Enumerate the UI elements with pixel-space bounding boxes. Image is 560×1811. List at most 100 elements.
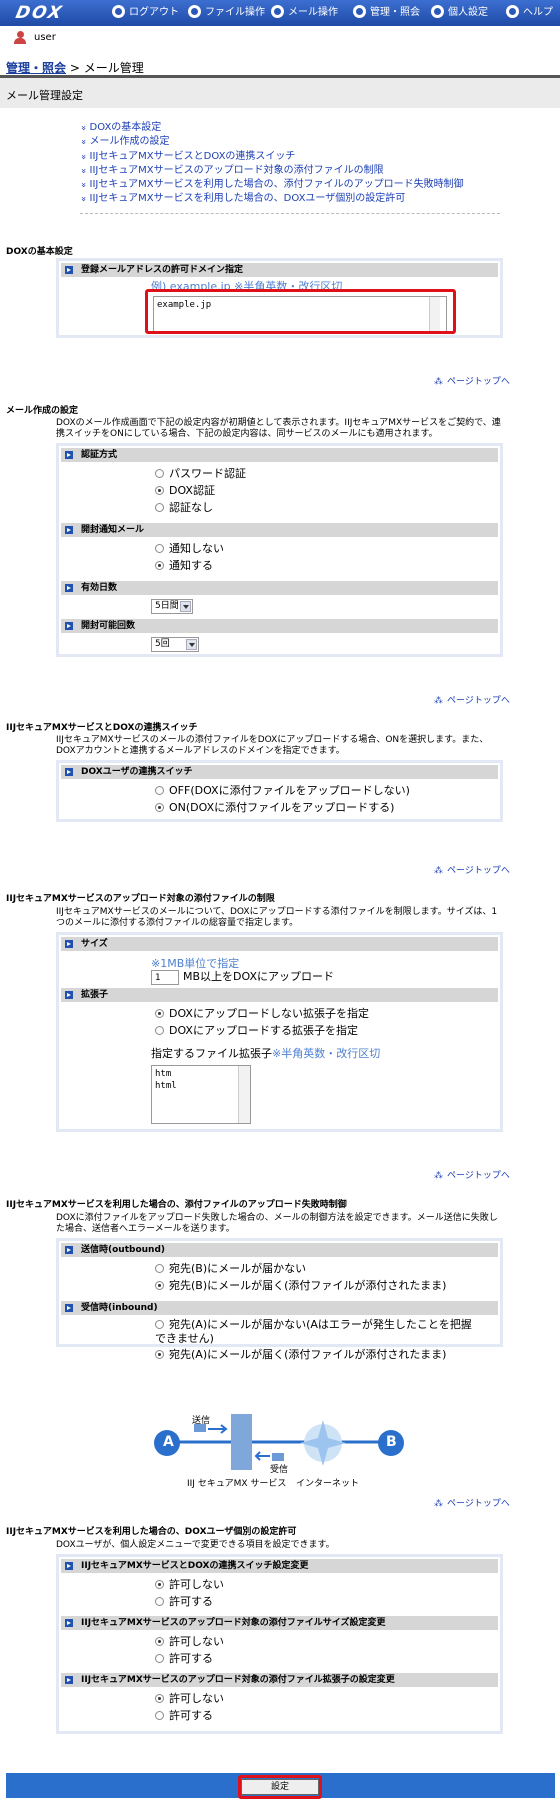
section-title: IIJセキュアMXサービスのアップロード対象の添付ファイルの制限 [6,894,275,904]
radio-ext-include[interactable]: DOXにアップロードする拡張子を指定 [155,1024,358,1038]
size-suffix: MB以上をDOXにアップロード [183,970,334,983]
group-header: 登録メールアドレスの許可ドメイン指定 [61,263,498,277]
internet-label: インターネット [296,1479,360,1489]
nav-logout[interactable]: ログアウト [112,5,179,21]
section-box: IIJセキュアMXサービスとDOXの連携スイッチ設定変更 許可しない 許可する … [56,1554,503,1734]
section-box: サイズ ※1MB単位で指定 1 MB以上をDOXにアップロード 拡張子 DOXに… [56,932,503,1132]
section-title: IIJセキュアMXサービスとDOXの連携スイッチ [6,723,198,733]
arrow-right-icon [208,1424,228,1434]
mx-server-box [231,1414,252,1470]
toc: DOXの基本設定 メール作成の設定 IIJセキュアMXサービスとDOXの連携スイ… [80,121,500,214]
radio-in-deliver[interactable]: 宛先(A)にメールが届く(添付ファイルが添付されたまま) [155,1348,446,1362]
send-label: 送信 [192,1416,211,1426]
radio-notify-off[interactable]: 通知しない [155,542,224,556]
username: user [34,32,56,43]
pagetop-link[interactable]: ページトップへ [434,374,510,387]
radio-g1-deny[interactable]: 許可しない [155,1578,224,1592]
radio-g3-allow[interactable]: 許可する [155,1709,213,1723]
toc-link[interactable]: IIJセキュアMXサービスを利用した場合の、添付ファイルのアップロード失敗時制御 [80,178,500,192]
radio-in-block[interactable]: 宛先(A)にメールが届かない(Aはエラーが発生したことを把握できません) [155,1318,475,1346]
chevron-down-icon [186,639,197,650]
section-desc: IIJセキュアMXサービスのメールの添付ファイルをDOXにアップロードする場合、… [56,735,489,756]
radio-out-deliver[interactable]: 宛先(B)にメールが届く(添付ファイルが添付されたまま) [155,1279,446,1293]
group-header: 拡張子 [61,988,498,1002]
toc-link[interactable]: IIJセキュアMXサービスのアップロード対象の添付ファイルの制限 [80,164,500,178]
radio-g3-deny[interactable]: 許可しない [155,1692,224,1706]
top-nav: DOX ログアウト ファイル操作 メール操作 管理・照会 個人設定 ヘルプ [0,0,560,26]
group-header: 開封可能回数 [61,619,498,633]
section-desc: DOXに添付ファイルをアップロード失敗した場合の、メールの制御方法を設定できます… [56,1213,498,1234]
radio-password[interactable]: パスワード認証 [155,467,246,481]
scrollbar[interactable] [238,1066,250,1123]
person-icon [431,5,444,18]
highlight-box [145,289,456,334]
dox-logo: DOX [13,3,66,23]
node-b-label: B [386,1434,397,1450]
nav-mail[interactable]: メール操作 [271,5,338,21]
toc-link[interactable]: DOXの基本設定 [80,121,500,135]
group-header: サイズ [61,937,498,951]
section-title: DOXの基本設定 [6,247,73,257]
toc-link[interactable]: IIJセキュアMXサービスとDOXの連携スイッチ [80,150,500,164]
section-box: 送信時(outbound) 宛先(B)にメールが届かない 宛先(B)にメールが届… [56,1238,503,1361]
title-bar: メール管理設定 [0,78,560,108]
radio-g1-allow[interactable]: 許可する [155,1595,213,1609]
radio-g2-allow[interactable]: 許可する [155,1652,213,1666]
radio-out-block[interactable]: 宛先(B)にメールが届かない [155,1262,306,1276]
help-icon [506,5,519,18]
group-header: IIJセキュアMXサービスのアップロード対象の添付ファイルサイズ設定変更 [61,1616,498,1630]
group-header: IIJセキュアMXサービスのアップロード対象の添付ファイル拡張子の設定変更 [61,1673,498,1687]
radio-none[interactable]: 認証なし [155,501,213,515]
chevron-down-icon [180,601,191,612]
radio-notify-on[interactable]: 通知する [155,559,213,573]
pagetop-link[interactable]: ページトップへ [434,1168,510,1181]
section-desc: DOXのメール作成画面で下記の設定内容が初期値として表示されます。IIJセキュア… [56,418,501,439]
breadcrumb: 管理・照会 > メール管理 [6,61,144,75]
group-header: DOXユーザの連携スイッチ [61,765,498,779]
group-header: IIJセキュアMXサービスとDOXの連携スイッチ設定変更 [61,1559,498,1573]
section-title: メール作成の設定 [6,406,79,416]
group-header: 有効日数 [61,581,498,595]
size-input[interactable]: 1 [151,970,179,985]
section-desc: IIJセキュアMXサービスのメールについて、DOXにアップロードする添付ファイル… [56,907,498,928]
toc-link[interactable]: IIJセキュアMXサービスを利用した場合の、DOXユーザ個別の設定許可 [80,192,500,206]
section-box: DOXユーザの連携スイッチ OFF(DOXに添付ファイルをアップロードしない) … [56,760,503,822]
page-title: メール管理設定 [6,89,83,102]
extension-textarea[interactable]: htm html [151,1065,251,1124]
toc-link[interactable]: メール作成の設定 [80,135,500,149]
pagetop-link[interactable]: ページトップへ [434,693,510,706]
nav-personal[interactable]: 個人設定 [431,5,488,21]
section-title: IIJセキュアMXサービスを利用した場合の、添付ファイルのアップロード失敗時制御 [6,1200,347,1210]
group-header: 開封通知メール [61,523,498,537]
count-select[interactable]: 5回 [151,637,199,652]
radio-off[interactable]: OFF(DOXに添付ファイルをアップロードしない) [155,784,410,798]
nav-admin[interactable]: 管理・照会 [353,5,420,21]
days-select[interactable]: 5日間 [151,599,193,614]
section-desc: DOXユーザが、個人設定メニューで変更できる項目を設定できます。 [56,1540,335,1550]
pagetop-link[interactable]: ページトップへ [434,1496,510,1509]
breadcrumb-link[interactable]: 管理・照会 [6,61,66,75]
mx-label: IIJ セキュアMX サービス [187,1479,287,1489]
nav-file[interactable]: ファイル操作 [188,5,265,21]
pagetop-link[interactable]: ページトップへ [434,863,510,876]
logout-icon [112,5,125,18]
arrow-left-icon [254,1451,270,1461]
receive-label: 受信 [270,1465,289,1475]
radio-g2-deny[interactable]: 許可しない [155,1635,224,1649]
ext-label-row: 指定するファイル拡張子※半角英数・改行区切 [151,1047,381,1060]
section-title: IIJセキュアMXサービスを利用した場合の、DOXユーザ個別の設定許可 [6,1527,297,1537]
mail-icon [272,1453,284,1461]
section-box: 認証方式 パスワード認証 DOX認証 認証なし 開封通知メール 通知しない 通知… [56,443,503,657]
radio-dox[interactable]: DOX認証 [155,484,215,498]
mail-icon [271,5,284,18]
group-header: 認証方式 [61,448,498,462]
group-header: 送信時(outbound) [61,1243,498,1257]
group-header: 受信時(inbound) [61,1301,498,1315]
user-icon [14,31,26,45]
nav-help[interactable]: ヘルプ [506,5,553,21]
highlight-box [238,1775,322,1799]
format-note: ※1MB単位で指定 [151,957,240,970]
radio-on[interactable]: ON(DOXに添付ファイルをアップロードする) [155,801,394,815]
file-icon [188,5,201,18]
radio-ext-exclude[interactable]: DOXにアップロードしない拡張子を指定 [155,1007,369,1021]
